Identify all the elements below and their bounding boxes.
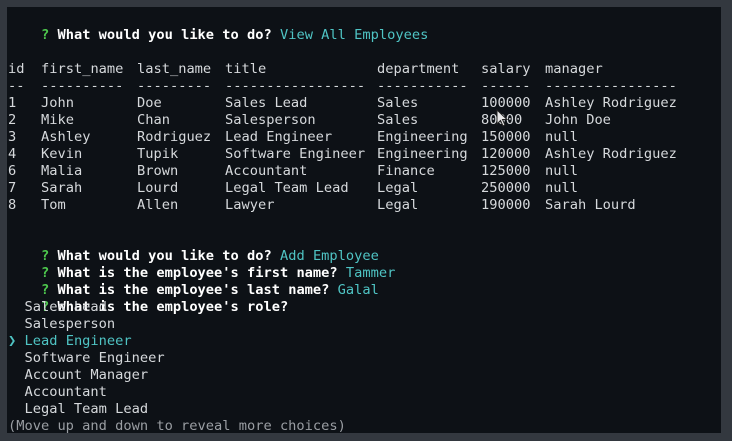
col-header-last-name: last_name: [137, 61, 212, 77]
cell-first-name: Malia: [41, 163, 83, 179]
cell-title: Lawyer: [225, 197, 275, 213]
choice-label: Legal Team Lead: [24, 401, 149, 417]
cell-manager: null: [545, 163, 578, 179]
cell-first-name: Mike: [41, 112, 74, 128]
choice-item[interactable]: Salesperson: [8, 316, 115, 333]
cell-first-name: Ashley: [41, 129, 91, 145]
prompt-role: ? What is the employee's role?: [8, 282, 288, 315]
cell-first-name: John: [41, 95, 74, 111]
cell-salary: 125000: [481, 163, 531, 179]
cell-last-name: Brown: [137, 163, 179, 179]
cell-salary: 190000: [481, 197, 531, 213]
cell-department: Engineering: [377, 129, 468, 145]
table-row: 1 John Doe Sales Lead Sales 100000 Ashle…: [8, 95, 718, 112]
cell-salary: 150000: [481, 129, 531, 145]
separator-department: -----------: [377, 78, 468, 94]
separator-first-name: ----------: [41, 78, 124, 94]
choice-label: Sales Lead: [24, 299, 107, 315]
cell-department: Legal: [377, 197, 419, 213]
table-row: 6 Malia Brown Accountant Finance 125000 …: [8, 163, 718, 180]
choice-label: Lead Engineer: [24, 333, 132, 349]
prompt-question: What would you like to do?: [57, 27, 272, 43]
separator-manager: ----------------: [545, 78, 677, 94]
cell-department: Finance: [377, 163, 435, 179]
prompt-action-add: ? What would you like to do? Add Employe…: [8, 231, 379, 264]
table-header-row: id first_name last_name title department…: [8, 61, 718, 78]
cell-id: 4: [8, 146, 17, 162]
choice-item[interactable]: Account Manager: [8, 367, 148, 384]
prompt-last-name: ? What is the employee's last name? Gala…: [8, 265, 379, 298]
separator-salary: ------: [481, 78, 531, 94]
col-header-salary: salary: [481, 61, 531, 77]
cell-title: Sales Lead: [225, 95, 308, 111]
cell-department: Engineering: [377, 146, 468, 162]
col-header-title: title: [225, 61, 267, 77]
choice-item[interactable]: Legal Team Lead: [8, 401, 148, 418]
cell-manager: Ashley Rodriguez: [545, 146, 677, 162]
cell-manager: null: [545, 129, 578, 145]
cell-id: 3: [8, 129, 17, 145]
cell-last-name: Doe: [137, 95, 162, 111]
cell-title: Salesperson: [225, 112, 316, 128]
table-row: 3 Ashley Rodriguez Lead Engineer Enginee…: [8, 129, 718, 146]
separator-id: --: [8, 78, 25, 94]
cell-salary: 250000: [481, 180, 531, 196]
choice-item[interactable]: Accountant: [8, 384, 107, 401]
table-row: 7 Sarah Lourd Legal Team Lead Legal 2500…: [8, 180, 718, 197]
cell-department: Legal: [377, 180, 419, 196]
cell-last-name: Lourd: [137, 180, 179, 196]
choice-item-selected[interactable]: ❯ Lead Engineer: [8, 333, 132, 350]
cell-id: 6: [8, 163, 17, 179]
cell-last-name: Allen: [137, 197, 179, 213]
choice-item[interactable]: Software Engineer: [8, 350, 165, 367]
table-row: 8 Tom Allen Lawyer Legal 190000 Sarah Lo…: [8, 197, 718, 214]
col-header-first-name: first_name: [41, 61, 124, 77]
cell-manager: John Doe: [545, 112, 611, 128]
cell-id: 8: [8, 197, 17, 213]
col-header-department: department: [377, 61, 460, 77]
cell-first-name: Tom: [41, 197, 66, 213]
cell-first-name: Sarah: [41, 180, 83, 196]
choice-label: Account Manager: [24, 367, 149, 383]
table-row: 4 Kevin Tupik Software Engineer Engineer…: [8, 146, 718, 163]
choice-label: Software Engineer: [24, 350, 165, 366]
cell-title: Lead Engineer: [225, 129, 333, 145]
table-separator-row: -- ---------- --------- ----------------…: [8, 78, 718, 95]
text-cursor-icon: [496, 109, 508, 127]
cell-last-name: Rodriguez: [137, 129, 212, 145]
choice-label: Salesperson: [24, 316, 116, 332]
cell-last-name: Chan: [137, 112, 170, 128]
separator-title: -----------------: [225, 78, 366, 94]
cell-title: Software Engineer: [225, 146, 366, 162]
cell-id: 7: [8, 180, 17, 196]
cell-title: Legal Team Lead: [225, 180, 349, 196]
separator-last-name: ---------: [137, 78, 212, 94]
choice-item[interactable]: Sales Lead: [8, 299, 107, 316]
choice-label: Accountant: [24, 384, 107, 400]
question-marker: ?: [40, 27, 50, 43]
cell-manager: Ashley Rodriguez: [545, 95, 677, 111]
prompt-first-name: ? What is the employee's first name? Tam…: [8, 248, 395, 281]
prompt-answer: Galal: [337, 282, 379, 298]
cell-salary: 120000: [481, 146, 531, 162]
cell-id: 1: [8, 95, 17, 111]
cell-department: Sales: [377, 112, 419, 128]
scroll-hint: (Move up and down to reveal more choices…: [8, 418, 346, 434]
cell-id: 2: [8, 112, 17, 128]
col-header-id: id: [8, 61, 25, 77]
prompt-action-view: ? What would you like to do? View All Em…: [8, 10, 428, 43]
pointer-icon: ❯: [8, 333, 17, 349]
cell-manager: Sarah Lourd: [545, 197, 636, 213]
col-header-manager: manager: [545, 61, 603, 77]
terminal-window[interactable]: ? What would you like to do? View All Em…: [0, 0, 732, 441]
cell-department: Sales: [377, 95, 419, 111]
cell-title: Accountant: [225, 163, 308, 179]
table-row: 2 Mike Chan Salesperson Sales 80000 John…: [8, 112, 718, 129]
cell-first-name: Kevin: [41, 146, 83, 162]
cell-last-name: Tupik: [137, 146, 179, 162]
prompt-answer: View All Employees: [279, 27, 429, 43]
cell-manager: null: [545, 180, 578, 196]
